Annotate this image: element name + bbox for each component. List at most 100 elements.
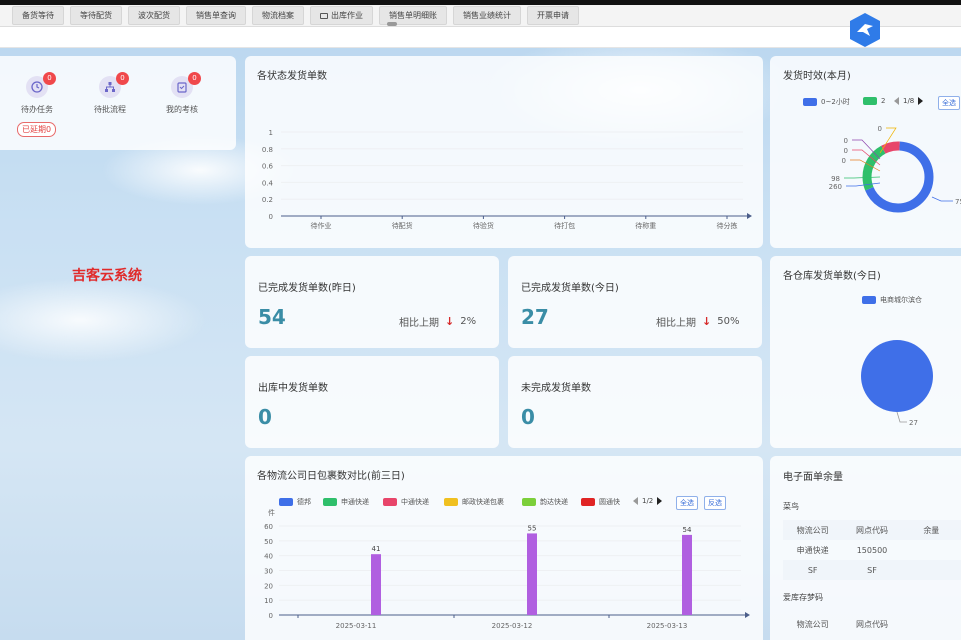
slice-label: 0 [878, 125, 882, 133]
slice-label: 0 [842, 157, 846, 165]
tab-label: 销售单查询 [196, 11, 236, 20]
tab-label: 销售业绩统计 [463, 11, 511, 20]
x-axis-arrow [747, 213, 752, 219]
today-value: 27 [521, 305, 549, 329]
bar-data-label: 54 [683, 526, 692, 534]
slice-label: 260 [829, 183, 842, 191]
label-leader [896, 411, 907, 423]
outbound-card: 出库中发货单数 0 [245, 356, 499, 448]
org-chart-icon: 0 [99, 72, 129, 98]
tab-item[interactable]: 销售单查询 [186, 6, 246, 25]
pending-approvals[interactable]: 0 待批流程 [83, 72, 137, 115]
overdue-badge[interactable]: 已延期0 [17, 122, 57, 137]
timeliness-card: 发货时效(本月) 0~2小时 2 1/8 全选 75000098260 [770, 56, 961, 248]
tab-label: 销售单明细账 [389, 11, 437, 20]
x-tick-label: 2025-03-12 [492, 622, 533, 630]
tab-label: 物流档案 [262, 11, 294, 20]
slice-label: 98 [831, 175, 840, 183]
arrow-down-icon: ↓ [445, 315, 455, 328]
y-tick-label: 50 [264, 538, 273, 546]
logistics-card: 各物流公司日包裹数对比(前三日) 德邦 申通快递 中通快递 邮政快递包裹 韵达快递 圆通快… [245, 456, 763, 640]
tab-item[interactable]: 开票申请 [527, 6, 579, 25]
label-leader [846, 182, 881, 187]
quick-access-panel: 0 待办任务 0 待批流程 0 我的考核 已延期0 [0, 56, 236, 150]
arrow-down-icon: ↓ [702, 315, 712, 328]
x-tick-label: 待分拣 [717, 221, 738, 230]
my-review[interactable]: 0 我的考核 [155, 72, 209, 115]
y-tick-label: 1 [269, 129, 273, 137]
todo-label: 待办任务 [21, 105, 53, 114]
tab-label: 开票申请 [537, 11, 569, 20]
y-tick-label: 0.6 [262, 163, 274, 171]
outbound-title: 出库中发货单数 [258, 383, 328, 394]
y-unit-label: 件 [268, 508, 275, 517]
tab-item[interactable]: 销售业绩统计 [453, 6, 521, 25]
x-tick-label: 2025-03-13 [647, 622, 688, 630]
x-tick-label: 待打包 [554, 221, 575, 230]
x-tick-label: 待配货 [392, 221, 413, 230]
x-axis-arrow [745, 612, 750, 618]
yesterday-value: 54 [258, 305, 286, 329]
y-tick-label: 0.8 [262, 146, 273, 154]
scroll-handle[interactable] [387, 22, 397, 26]
warehouse-pie: 27 [861, 340, 933, 427]
unfinished-value: 0 [521, 405, 535, 429]
tab-label: 等待配货 [80, 11, 112, 20]
y-tick-label: 0 [269, 213, 273, 221]
bar-data-label: 41 [372, 545, 381, 553]
label-leader [844, 176, 881, 179]
tab-item[interactable]: 等待配货 [70, 6, 122, 25]
logistics-bar-chart: 件 60 50 40 30 20 10 0 2025-03-11 41 2025-03-12 55 20… [264, 508, 750, 630]
table-header: 物流公司 网点代码 [796, 619, 888, 629]
app-logo-icon [850, 13, 880, 47]
bar [371, 554, 381, 615]
waybill-table: 物流公司 网点代码 余量 申通快递 150500 SF SF 物流公司 网点代码 [783, 520, 961, 634]
folder-icon [320, 12, 328, 19]
today-compare: 相比上期 ↓ 50% [656, 315, 740, 329]
review-badge: 0 [188, 72, 201, 85]
todo-badge: 0 [43, 72, 56, 85]
tab-bar: 备货等待 等待配货 波次配货 销售单查询 物流档案 出库作业 销售单明细账 销售业绩统计 开票申… [0, 5, 961, 27]
slice-label: 27 [909, 419, 918, 427]
slice-label: 75 [955, 198, 961, 206]
y-tick-label: 60 [264, 523, 273, 531]
bar-data-label: 55 [528, 524, 537, 532]
table-row: 申通快递 150500 [796, 545, 888, 555]
tab-item[interactable]: 波次配货 [128, 6, 180, 25]
tab-label: 出库作业 [331, 11, 363, 20]
clock-icon: 0 [26, 72, 56, 98]
unfinished-card: 未完成发货单数 0 [508, 356, 762, 448]
x-tick-label: 待作业 [311, 221, 332, 230]
slice-label: 0 [844, 147, 848, 155]
waybill-section-cainiao: 菜鸟 [783, 502, 799, 511]
yesterday-card: 已完成发货单数(昨日) 54 相比上期 ↓ 2% [245, 256, 499, 348]
tab-item[interactable]: 备货等待 [12, 6, 64, 25]
y-tick-label: 30 [264, 568, 273, 576]
review-label: 我的考核 [166, 105, 198, 114]
bar [527, 533, 537, 615]
x-tick-label: 待称重 [635, 221, 656, 230]
y-tick-label: 0.4 [262, 179, 274, 187]
y-tick-label: 0.2 [262, 196, 273, 204]
clipboard-icon: 0 [171, 72, 201, 98]
bar [682, 534, 692, 615]
label-leader [931, 196, 953, 202]
tab-item[interactable]: 物流档案 [252, 6, 304, 25]
table-row: SF SF [783, 560, 961, 580]
warehouse-card: 各仓库发货单数(今日) 电商城尔滨仓 27 [770, 256, 961, 448]
waybill-title: 电子面单余量 [783, 472, 843, 483]
x-tick-label: 2025-03-11 [336, 622, 377, 630]
unfinished-title: 未完成发货单数 [521, 383, 591, 394]
tab-item[interactable]: 出库作业 [310, 6, 373, 25]
todo-tasks[interactable]: 0 待办任务 [10, 72, 64, 115]
x-tick-label: 待验货 [473, 221, 494, 230]
approval-badge: 0 [116, 72, 129, 85]
brand-name: 吉客云系统 [72, 268, 142, 284]
approval-label: 待批流程 [94, 105, 126, 114]
timeliness-donut: 75 0 0 0 0 98260 [829, 125, 961, 213]
tab-label: 备货等待 [22, 11, 54, 20]
yesterday-compare: 相比上期 ↓ 2% [399, 315, 477, 329]
y-tick-label: 10 [264, 597, 273, 605]
pie-slice [861, 340, 933, 412]
status-chart-card: 各状态发货单数 1 0.8 0.6 0.4 0.2 0 待作业 待配货 待验货 待打包 待称重 待分拣 [245, 56, 763, 248]
